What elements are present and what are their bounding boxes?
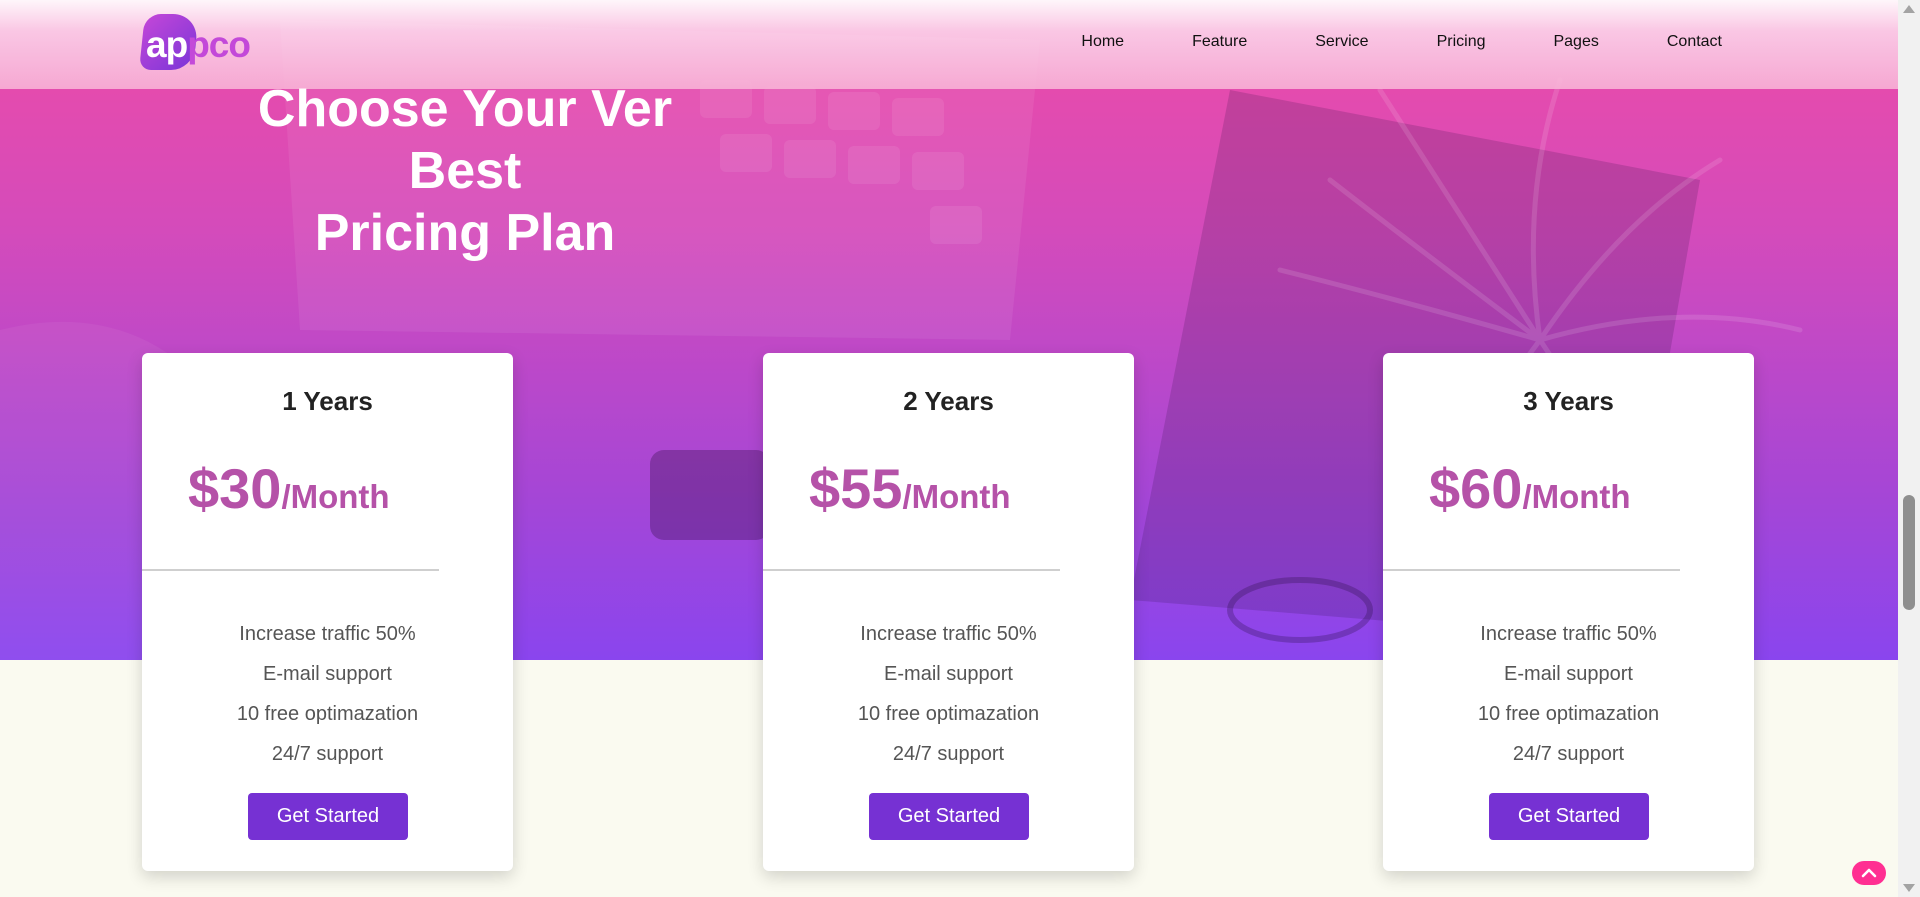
nav-pricing[interactable]: Pricing [1437, 33, 1486, 51]
chevron-up-icon [1861, 868, 1877, 878]
feature-item: 10 free optimazation [236, 703, 419, 725]
feature-item: E-mail support [263, 663, 392, 685]
card-divider [1383, 569, 1680, 571]
nav-feature[interactable]: Feature [1192, 33, 1247, 51]
scroll-up-arrow-icon[interactable] [1903, 5, 1915, 13]
title-line-1: Choose Your Ver [257, 80, 673, 138]
plan-duration: 1 Years [282, 386, 373, 416]
nav-service[interactable]: Service [1315, 33, 1368, 51]
page-title: Choose Your Ver Best Pricing Plan [235, 78, 695, 264]
card-divider [142, 569, 439, 571]
main-nav: Home Feature Service Pricing Pages Conta… [1081, 33, 1722, 51]
title-line-3: Pricing Plan [314, 204, 616, 262]
feature-item: 10 free optimazation [1477, 703, 1660, 725]
feature-item: 10 free optimazation [857, 703, 1040, 725]
nav-contact[interactable]: Contact [1667, 33, 1722, 51]
title-line-2: Best [408, 142, 522, 200]
plan-price: $30/Month [188, 457, 390, 520]
feature-list: Increase traffic 50% E-mail support 10 f… [763, 614, 1134, 774]
plan-duration: 2 Years [903, 386, 994, 416]
get-started-button[interactable]: Get Started [869, 793, 1029, 840]
logo-wordmark: appco [146, 24, 251, 65]
feature-item: 24/7 support [892, 743, 1005, 765]
vertical-scrollbar[interactable] [1898, 0, 1920, 897]
card-divider [763, 569, 1060, 571]
plan-price: $55/Month [809, 457, 1011, 520]
pricing-card-2-years: 2 Years $55/Month Increase traffic 50% E… [763, 353, 1134, 871]
feature-item: Increase traffic 50% [239, 623, 416, 645]
nav-pages[interactable]: Pages [1553, 33, 1598, 51]
scroll-to-top-button[interactable] [1852, 861, 1886, 885]
feature-item: 24/7 support [271, 743, 384, 765]
feature-list: Increase traffic 50% E-mail support 10 f… [1383, 614, 1754, 774]
brand-logo[interactable]: appco [139, 14, 260, 70]
scrollbar-thumb[interactable] [1903, 495, 1915, 610]
feature-item: Increase traffic 50% [1480, 623, 1657, 645]
pricing-card-3-years: 3 Years $60/Month Increase traffic 50% E… [1383, 353, 1754, 871]
nav-home[interactable]: Home [1081, 33, 1124, 51]
feature-list: Increase traffic 50% E-mail support 10 f… [142, 614, 513, 774]
feature-item: 24/7 support [1512, 743, 1625, 765]
get-started-button[interactable]: Get Started [248, 793, 408, 840]
feature-item: Increase traffic 50% [860, 623, 1037, 645]
plan-price: $60/Month [1429, 457, 1631, 520]
navbar: appco Home Feature Service Pricing Pages… [0, 0, 1898, 89]
scroll-down-arrow-icon[interactable] [1903, 884, 1915, 892]
plan-duration: 3 Years [1523, 386, 1614, 416]
pricing-card-1-year: 1 Years $30/Month Increase traffic 50% E… [142, 353, 513, 871]
feature-item: E-mail support [884, 663, 1013, 685]
get-started-button[interactable]: Get Started [1489, 793, 1649, 840]
feature-item: E-mail support [1504, 663, 1633, 685]
